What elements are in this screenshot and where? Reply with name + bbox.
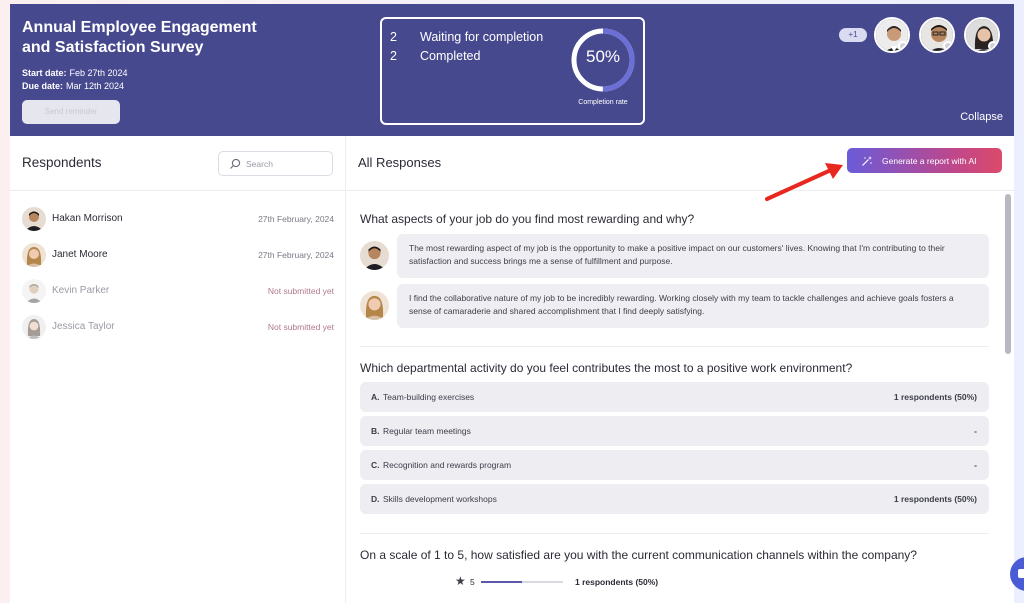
respondent-name: Janet Moore — [52, 249, 108, 260]
due-date-label: Due date: — [22, 81, 64, 91]
respondent-row[interactable]: Kevin Parker Not submitted yet — [22, 279, 334, 307]
rating-bar — [481, 581, 563, 583]
status-dot — [988, 41, 998, 51]
choice-option: D. Skills development workshops 1 respon… — [360, 484, 989, 514]
answer-text: The most rewarding aspect of my job is t… — [397, 234, 989, 278]
respondent-avatar — [360, 291, 389, 320]
text-answer: The most rewarding aspect of my job is t… — [360, 234, 989, 278]
annotation-arrow-icon — [765, 163, 843, 201]
respondent-date: 27th February, 2024 — [258, 214, 334, 224]
magic-wand-icon — [862, 156, 872, 166]
option-letter: B. — [371, 426, 380, 436]
responses-header: All Responses Generate a report with AI — [347, 136, 1014, 191]
status-dot — [943, 41, 953, 51]
option-count: 1 respondents (50%) — [893, 392, 977, 402]
option-text: Recognition and rewards program — [383, 460, 512, 470]
completed-label: Completed — [420, 49, 481, 63]
survey-results-page: Annual Employee Engagement and Satisfact… — [10, 4, 1014, 603]
question-title: What aspects of your job do you find mos… — [360, 212, 695, 226]
choice-option: B. Regular team meetings - — [360, 416, 989, 446]
collapse-button[interactable]: Collapse — [960, 111, 1003, 123]
woman-avatar-icon — [22, 315, 46, 339]
search-input[interactable] — [246, 156, 326, 171]
respondent-status: Not submitted yet — [267, 322, 334, 332]
respondent-row[interactable]: Jessica Taylor Not submitted yet — [22, 315, 334, 343]
option-text: Skills development workshops — [383, 494, 497, 504]
respondent-status: Not submitted yet — [267, 286, 334, 296]
search-icon — [230, 158, 241, 169]
option-count: - — [974, 426, 977, 436]
participant-avatar[interactable] — [964, 17, 1000, 53]
respondent-avatar — [360, 241, 389, 270]
all-responses-title: All Responses — [358, 155, 442, 170]
respondents-title: Respondents — [22, 155, 102, 170]
participant-avatar[interactable] — [874, 17, 910, 53]
respondent-avatar — [22, 243, 46, 267]
completion-rate-caption: Completion rate — [578, 99, 628, 106]
rating-count: 1 respondents (50%) — [575, 577, 659, 587]
respondent-avatar — [22, 315, 46, 339]
man-avatar-icon — [22, 279, 46, 303]
start-date-label: Start date: — [22, 68, 67, 78]
completion-rate-value: 50% — [585, 47, 621, 66]
rating-value: 5 — [470, 577, 475, 587]
option-count: 1 respondents (50%) — [893, 494, 977, 504]
option-letter: D. — [371, 494, 380, 504]
status-dot — [898, 41, 908, 51]
completed-stat: 2 Completed — [390, 49, 480, 63]
participant-avatar[interactable] — [919, 17, 955, 53]
waiting-count: 2 — [390, 30, 397, 44]
respondent-date: 27th February, 2024 — [258, 250, 334, 260]
woman-avatar-icon — [22, 243, 46, 267]
respondent-name: Jessica Taylor — [52, 321, 115, 332]
rating-bar-fill — [481, 581, 522, 583]
option-count: - — [974, 460, 977, 470]
respondent-avatar — [22, 279, 46, 303]
waiting-label: Waiting for completion — [420, 30, 544, 44]
man-avatar-icon — [360, 241, 389, 270]
question-title: On a scale of 1 to 5, how satisfied are … — [360, 548, 917, 562]
survey-header: Annual Employee Engagement and Satisfact… — [10, 4, 1014, 136]
respondents-header: Respondents — [10, 136, 346, 191]
due-date-value: Mar 12th 2024 — [66, 81, 125, 91]
option-text: Regular team meetings — [383, 426, 471, 436]
option-letter: A. — [371, 392, 380, 402]
due-date: Due date: Mar 12th 2024 — [22, 81, 124, 91]
question-title: Which departmental activity do you feel … — [360, 361, 853, 375]
option-letter: C. — [371, 460, 380, 470]
respondent-row[interactable]: Janet Moore 27th February, 2024 — [22, 243, 334, 271]
star-icon: ★ — [455, 574, 466, 588]
choice-option: A. Team-building exercises 1 respondents… — [360, 382, 989, 412]
respondent-name: Hakan Morrison — [52, 213, 123, 224]
respondent-avatar — [22, 207, 46, 231]
generate-ai-report-label: Generate a report with AI — [882, 156, 977, 166]
divider — [360, 346, 989, 347]
respondents-panel: Respondents Hakan Morrison 27th Februa — [10, 136, 346, 603]
survey-title: Annual Employee Engagement and Satisfact… — [22, 19, 257, 56]
respondent-name: Kevin Parker — [52, 285, 110, 296]
option-text: Team-building exercises — [383, 392, 475, 402]
scrollbar[interactable] — [1005, 194, 1011, 354]
text-answer: I find the collaborative nature of my jo… — [360, 284, 989, 328]
start-date-value: Feb 27th 2024 — [69, 68, 128, 78]
choice-option: C. Recognition and rewards program - — [360, 450, 989, 480]
search-box[interactable] — [218, 151, 333, 176]
generate-ai-report-button[interactable]: Generate a report with AI — [847, 148, 1002, 173]
send-reminder-button[interactable]: Send reminder — [22, 100, 120, 124]
responses-content: What aspects of your job do you find mos… — [347, 192, 1014, 603]
answer-text: I find the collaborative nature of my jo… — [397, 284, 989, 328]
divider — [360, 533, 989, 534]
chat-icon — [1018, 569, 1024, 578]
completion-stats: 2 Waiting for completion 2 Completed 50% C… — [380, 17, 645, 125]
man-avatar-icon — [22, 207, 46, 231]
more-participants-badge[interactable]: +1 — [839, 28, 867, 42]
respondent-row[interactable]: Hakan Morrison 27th February, 2024 — [22, 207, 334, 235]
waiting-stat: 2 Waiting for completion — [390, 30, 543, 44]
woman-avatar-icon — [360, 291, 389, 320]
start-date: Start date: Feb 27th 2024 — [22, 68, 128, 78]
completed-count: 2 — [390, 49, 397, 63]
